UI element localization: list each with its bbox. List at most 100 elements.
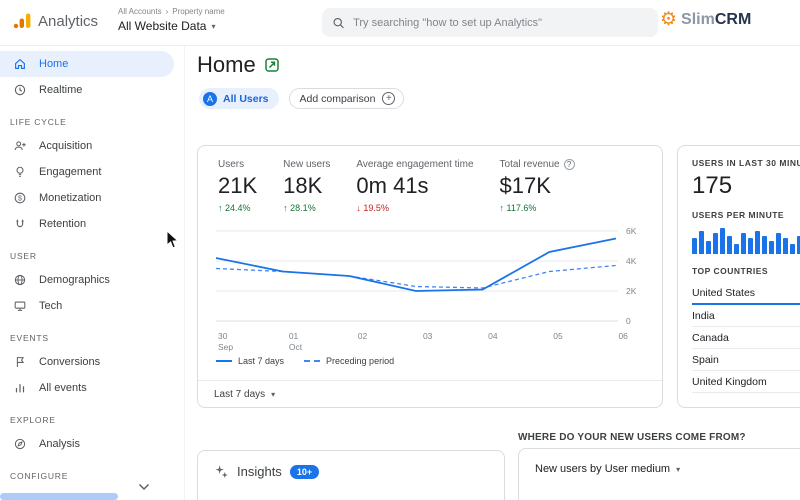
insights-title: Insights	[237, 464, 282, 479]
analytics-logo-icon	[13, 13, 31, 29]
engagement-icon	[12, 165, 27, 180]
users-overview-card: Users 21K ↑ 24.4% New users 18K ↑ 28.1% …	[197, 145, 663, 408]
arrow-down-icon: ↓	[356, 203, 361, 213]
sidebar-item-home[interactable]: Home	[0, 51, 174, 77]
users-per-minute-label: USERS PER MINUTE	[692, 210, 785, 220]
tech-icon	[12, 299, 27, 314]
main-content: Home A All Users Add comparison + Users …	[185, 46, 800, 500]
country-row: United Kingdom	[692, 371, 800, 393]
add-comparison-chip[interactable]: Add comparison +	[288, 88, 405, 109]
x-tick: 01 Oct	[288, 331, 303, 352]
country-row: United States	[692, 282, 800, 305]
metric-label: Total revenue?	[500, 159, 575, 170]
country-row: Canada	[692, 327, 800, 349]
minute-bar	[727, 235, 732, 254]
metric-label: Users	[218, 159, 245, 170]
sidebar-item-label: Analysis	[39, 438, 80, 450]
series-preceding-period	[215, 264, 617, 289]
x-tick: 06	[618, 331, 628, 341]
y-tick: 6K	[626, 226, 637, 236]
metric-value: 18K	[283, 173, 323, 198]
search-bar[interactable]	[322, 8, 658, 37]
minute-bar	[713, 233, 718, 254]
segment-avatar: A	[203, 91, 217, 106]
sidebar-item-demographics[interactable]: Demographics	[0, 267, 174, 293]
breadcrumb-property[interactable]: Property name	[172, 7, 224, 16]
minute-bar	[692, 238, 697, 254]
users-line-chart: 6K 4K 2K 0	[215, 226, 637, 326]
series-last-7-days	[215, 237, 617, 292]
svg-text:$: $	[18, 196, 22, 203]
insights-card[interactable]: Insights 10+	[197, 450, 505, 500]
page-title: Home	[197, 52, 256, 77]
x-tick: 04	[488, 331, 498, 341]
search-input[interactable]	[353, 16, 648, 29]
users-per-minute-bars	[692, 226, 800, 254]
sidebar-scroll-down-icon[interactable]	[138, 483, 150, 491]
country-row: Spain	[692, 349, 800, 371]
analysis-icon	[12, 437, 27, 452]
horizontal-scrollbar-thumb[interactable]	[0, 493, 118, 500]
country-row: India	[692, 305, 800, 327]
metric-users[interactable]: Users 21K ↑ 24.4%	[218, 159, 257, 213]
sidebar-item-tech[interactable]: Tech	[0, 293, 174, 319]
legend-last-7-days: Last 7 days	[216, 356, 284, 366]
conversions-icon	[12, 355, 27, 370]
x-tick: 30 Sep	[218, 331, 234, 352]
date-range-selector[interactable]: Last 7 days ▾	[198, 380, 662, 407]
minute-bar	[776, 233, 781, 254]
y-tick: 2K	[626, 286, 637, 296]
top-countries-label: TOP COUNTRIES	[692, 266, 769, 276]
metric-new-users[interactable]: New users 18K ↑ 28.1%	[283, 159, 330, 213]
demographics-icon	[12, 273, 27, 288]
chevron-down-icon: ▾	[211, 21, 216, 31]
sidebar-item-label: Retention	[39, 218, 87, 230]
retention-icon	[12, 217, 27, 232]
property-selector-label: All Website Data	[118, 19, 207, 33]
property-selector[interactable]: All Website Data ▾	[118, 19, 225, 33]
brand-crm-text: CRM	[714, 10, 752, 28]
sidebar-item-label: All events	[39, 382, 87, 394]
sidebar-item-conversions[interactable]: Conversions	[0, 349, 174, 375]
sidebar-item-acquisition[interactable]: Acquisition	[0, 133, 174, 159]
metric-delta: ↓ 19.5%	[356, 203, 389, 213]
sidebar-item-analysis[interactable]: Analysis	[0, 431, 174, 457]
slimcrm-logo: ⚙ SlimCRM	[660, 10, 751, 29]
sidebar-item-all-events[interactable]: All events	[0, 375, 174, 401]
sidebar-item-label: Tech	[39, 300, 63, 312]
analytics-home-page: Analytics All Accounts › Property name A…	[0, 0, 800, 500]
sidebar-section-user: USER	[10, 251, 37, 261]
minute-bar	[741, 233, 746, 254]
x-tick: 05	[553, 331, 563, 341]
new-users-card: New users by User medium ▾	[518, 448, 800, 500]
insights-count-badge: 10+	[289, 464, 320, 479]
new-users-dimension-selector[interactable]: New users by User medium ▾	[535, 463, 800, 475]
metric-total-revenue[interactable]: Total revenue? $17K ↑ 117.6%	[500, 159, 575, 213]
analytics-logo[interactable]: Analytics	[12, 11, 98, 31]
sidebar-item-monetization[interactable]: $ Monetization	[0, 185, 174, 211]
insights-sparkle-icon	[215, 465, 228, 478]
sidebar-item-retention[interactable]: Retention	[0, 211, 174, 237]
help-icon[interactable]: ?	[563, 159, 575, 170]
sidebar-item-realtime[interactable]: Realtime	[0, 77, 174, 103]
reports-snapshot-icon[interactable]	[264, 57, 280, 73]
metric-delta: ↑ 117.6%	[499, 203, 537, 213]
chevron-down-icon: ▾	[676, 464, 681, 474]
minute-bar	[769, 241, 774, 254]
sidebar-item-label: Realtime	[39, 84, 83, 96]
sidebar-section-configure: CONFIGURE	[10, 471, 69, 481]
search-icon	[333, 17, 344, 28]
breadcrumb-account[interactable]: All Accounts	[118, 7, 162, 16]
sidebar-item-engagement[interactable]: Engagement	[0, 159, 174, 185]
sidebar-item-label: Home	[39, 58, 69, 70]
minute-bar	[762, 235, 767, 254]
sidebar-section-events: EVENTS	[10, 333, 49, 343]
all-events-icon	[12, 381, 27, 396]
arrow-up-icon: ↑	[499, 203, 505, 213]
metric-engagement-time[interactable]: Average engagement time 0m 41s ↓ 19.5%	[356, 159, 473, 213]
metric-value: $17K	[499, 173, 551, 198]
monetization-icon: $	[12, 191, 27, 206]
arrow-up-icon: ↑	[218, 203, 223, 213]
metric-delta: ↑ 24.4%	[218, 203, 251, 213]
all-users-chip[interactable]: A All Users	[199, 88, 279, 109]
